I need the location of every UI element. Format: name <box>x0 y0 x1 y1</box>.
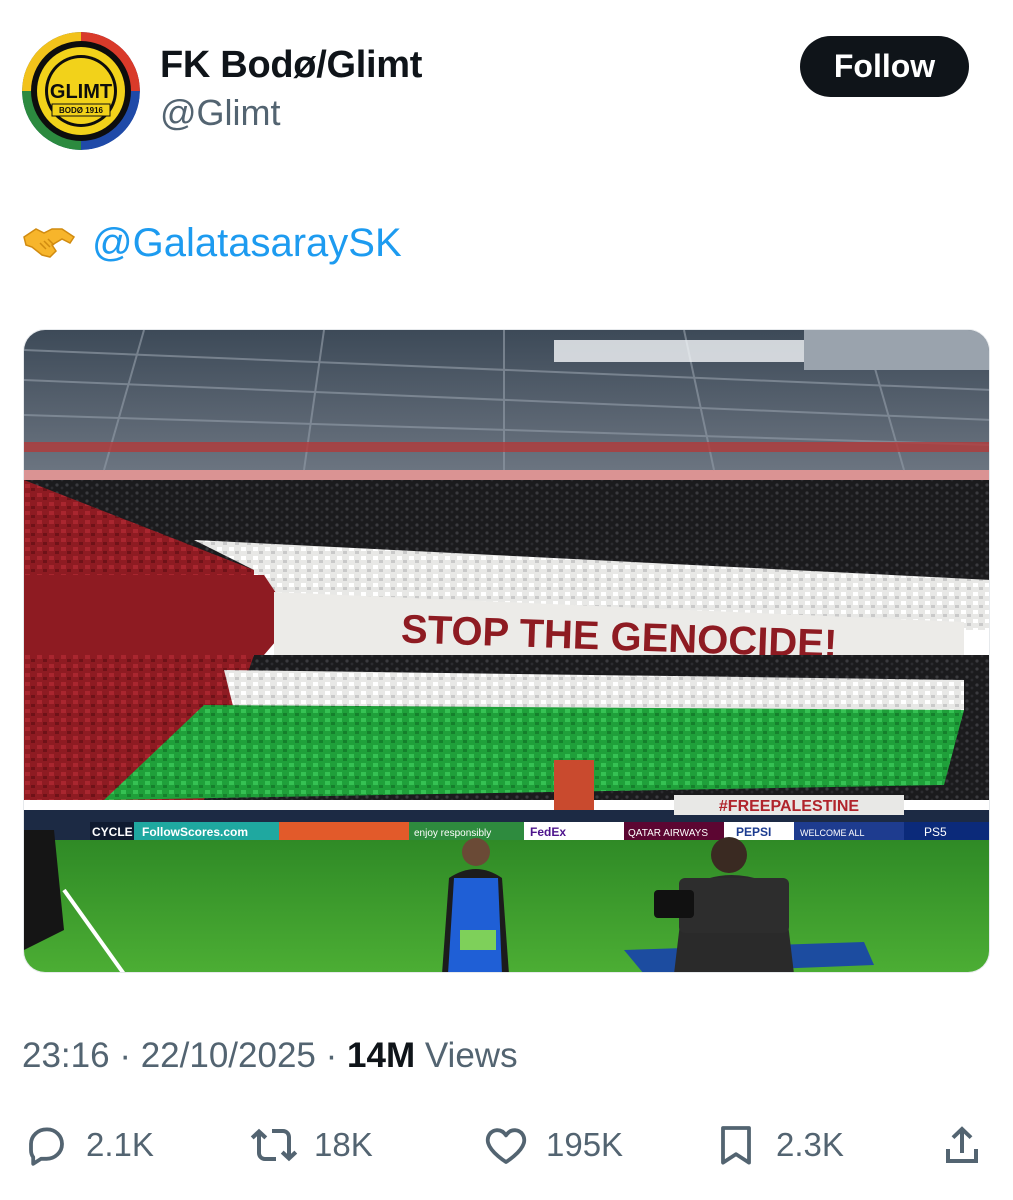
handshake-icon <box>23 228 76 258</box>
bookmark-count: 2.3K <box>776 1126 844 1163</box>
share-button[interactable] <box>938 1110 986 1180</box>
ad-board-welcome: WELCOME ALL <box>800 828 865 838</box>
tweet-time[interactable]: 23:16 <box>22 1036 110 1075</box>
avatar-text-bottom: BODØ 1916 <box>59 106 104 115</box>
like-button[interactable]: 195K <box>482 1110 623 1180</box>
bookmark-button[interactable]: 2.3K <box>712 1110 844 1180</box>
reply-button[interactable]: 2.1K <box>22 1110 154 1180</box>
ad-board-qatar: QATAR AIRWAYS <box>628 828 708 839</box>
mention-link[interactable]: @GalatasaraySK <box>92 221 402 266</box>
bodo-glimt-logo: GLIMT BODØ 1916 <box>22 32 140 150</box>
ad-board-ps5: PS5 <box>924 825 947 839</box>
heart-icon <box>485 1128 527 1164</box>
tweet-date[interactable]: 22/10/2025 <box>141 1036 316 1075</box>
follow-button[interactable]: Follow <box>800 36 969 97</box>
author-name[interactable]: FK Bodø/Glimt <box>160 44 422 87</box>
ad-board-followscores: FollowScores.com <box>142 825 248 839</box>
avatar-text-top: GLIMT <box>50 81 112 103</box>
share-icon <box>946 1126 978 1163</box>
avatar[interactable]: GLIMT BODØ 1916 <box>22 32 140 150</box>
repost-button[interactable]: 18K <box>250 1110 373 1180</box>
repost-count: 18K <box>314 1126 373 1163</box>
author-handle[interactable]: @Glimt <box>160 92 281 134</box>
bookmark-icon <box>721 1126 751 1165</box>
like-count: 195K <box>546 1126 624 1163</box>
repost-icon <box>250 1128 298 1162</box>
ad-board-fedex: FedEx <box>530 825 566 839</box>
ad-board-cycle: CYCLE <box>92 825 133 839</box>
tweet-meta: 23:16 · 22/10/2025 · 14M Views <box>22 1036 518 1076</box>
action-bar: 2.1K 18K 195K 2.3K <box>0 1110 1013 1180</box>
reply-count: 2.1K <box>86 1126 154 1163</box>
meta-separator: · <box>325 1036 338 1075</box>
tweet-text: @GalatasaraySK <box>22 217 402 269</box>
stadium-photo: STOP THE GENOCIDE! CYCLE FollowScores.co… <box>24 330 989 972</box>
views-label: Views <box>424 1036 518 1075</box>
meta-separator: · <box>119 1036 131 1075</box>
views-count: 14M <box>347 1036 416 1075</box>
reply-icon <box>29 1127 64 1166</box>
ad-board-pepsi: PEPSI <box>736 825 771 839</box>
ad-board-enjoy: enjoy responsibly <box>414 828 491 839</box>
pitch-banner-text: #FREEPALESTINE <box>719 798 860 815</box>
tweet-photo[interactable]: STOP THE GENOCIDE! CYCLE FollowScores.co… <box>23 329 990 973</box>
